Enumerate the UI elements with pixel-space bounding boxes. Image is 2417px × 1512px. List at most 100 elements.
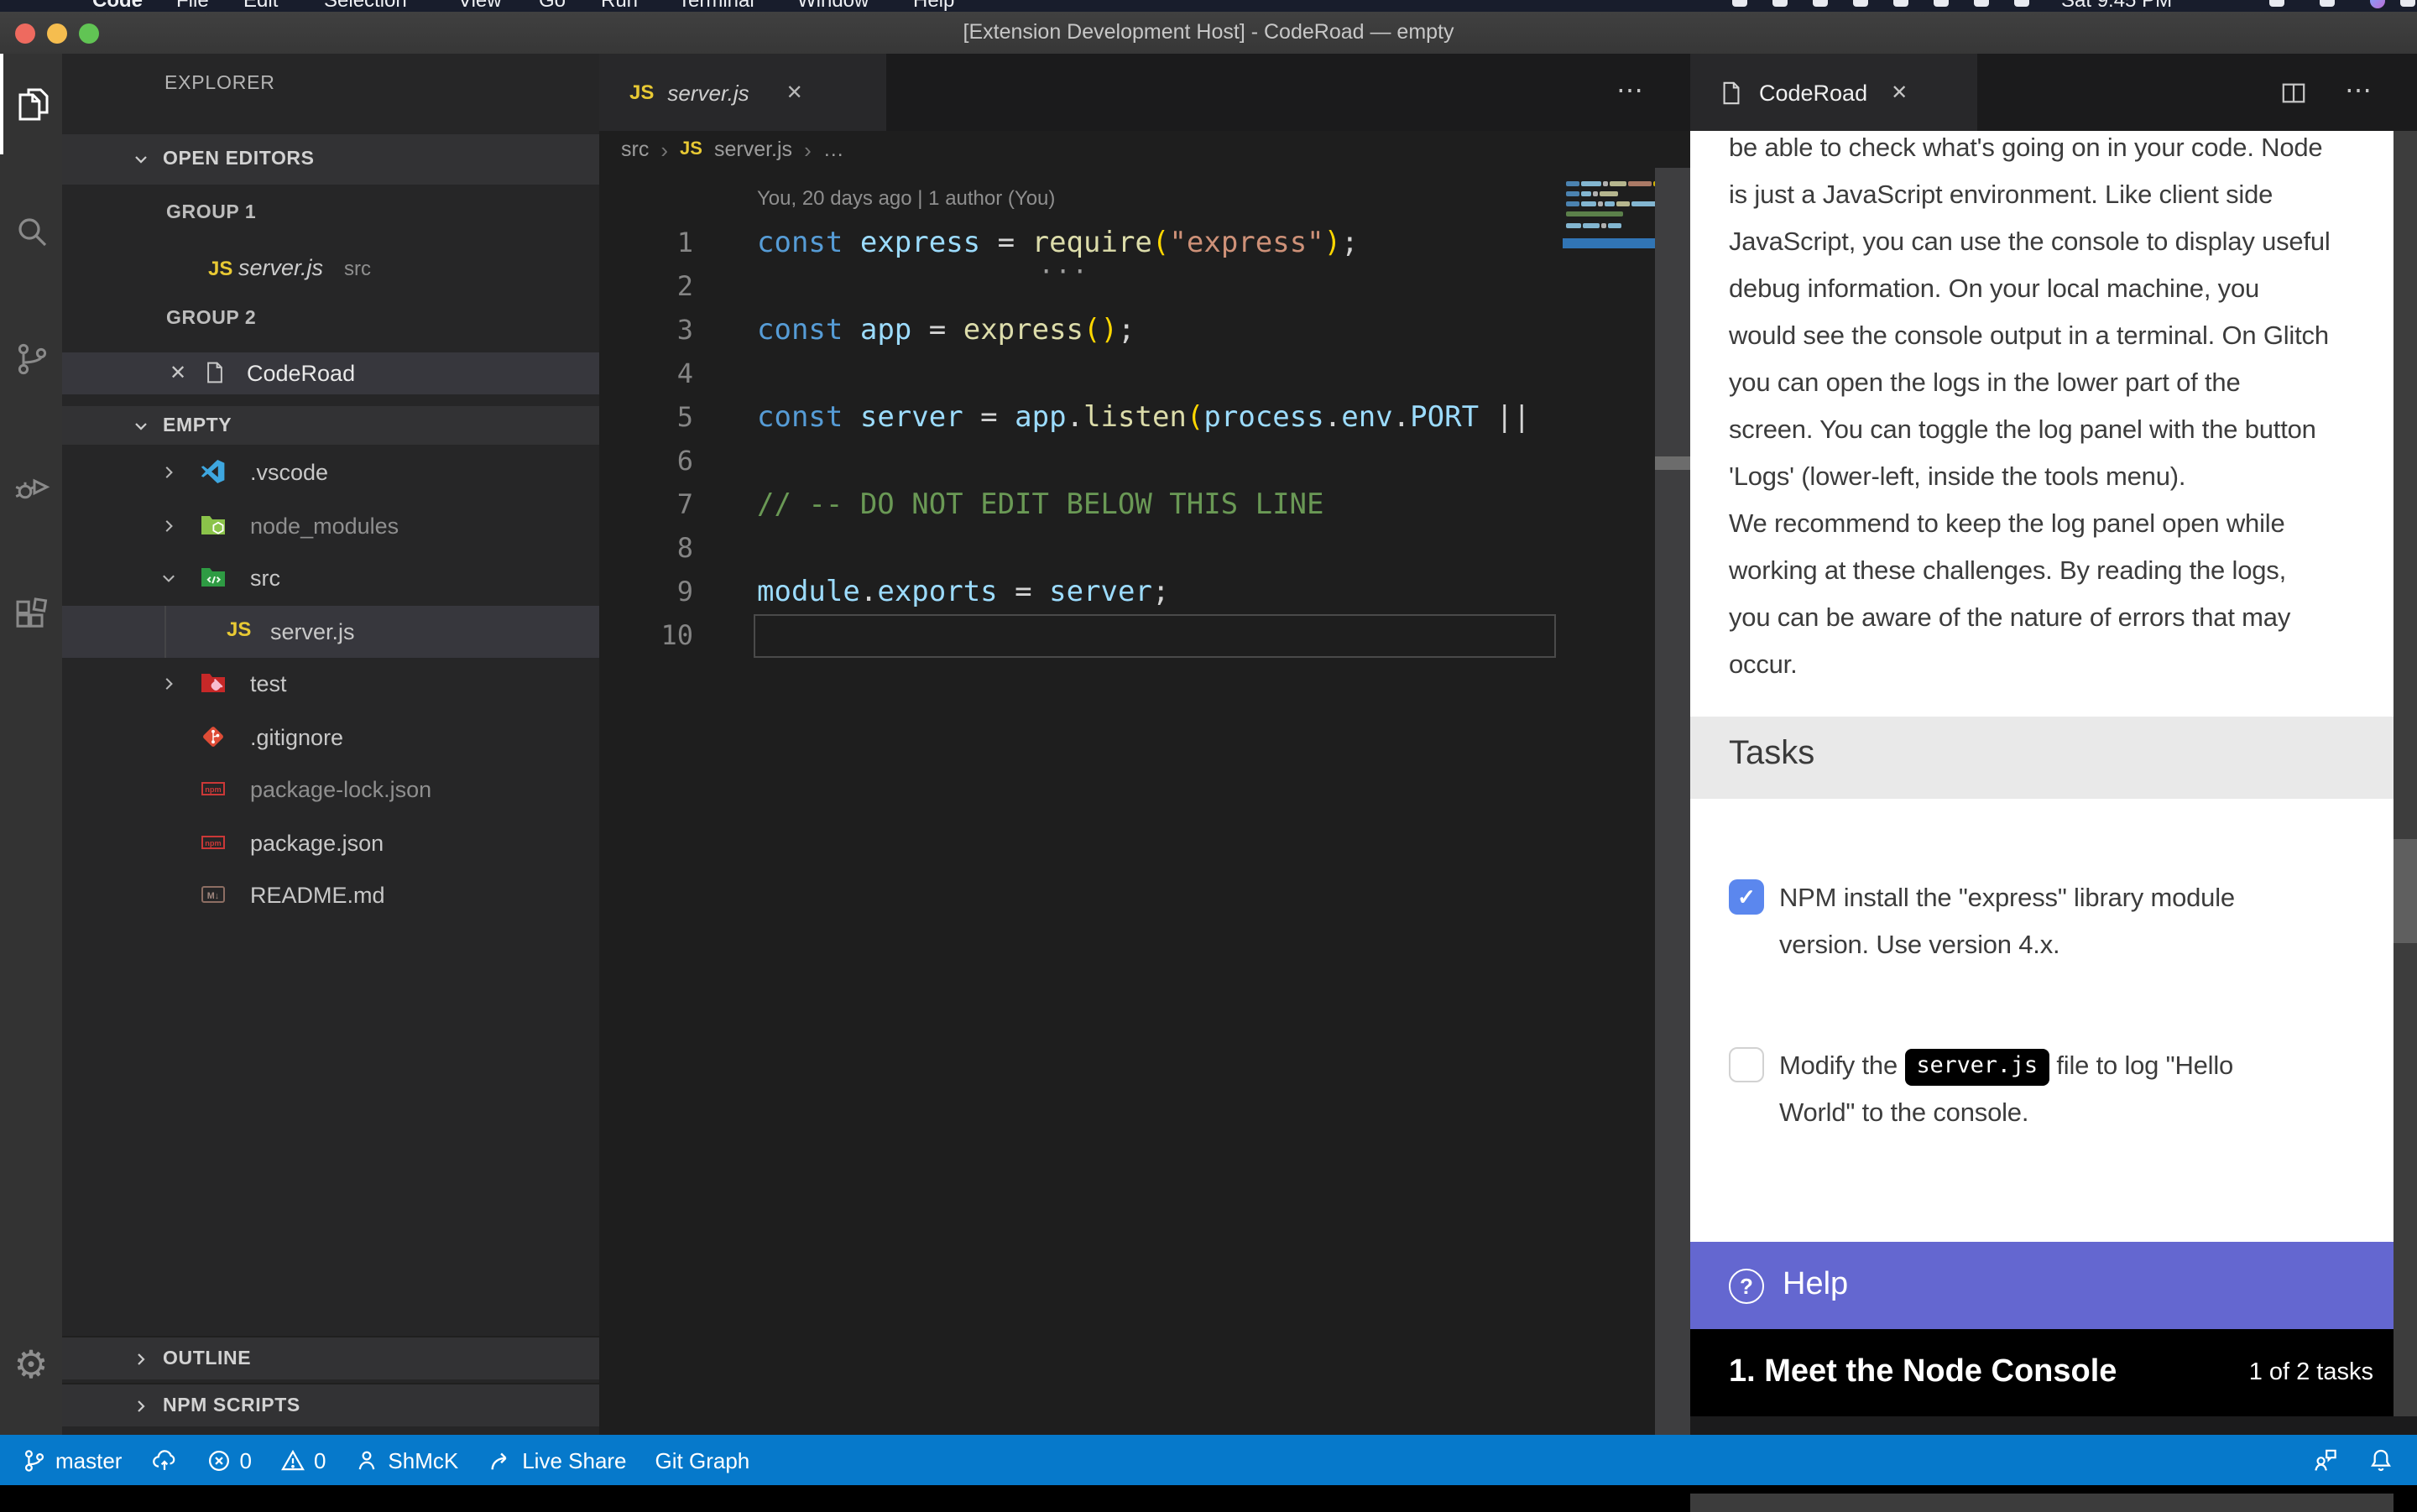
code-line-4[interactable]: 4 bbox=[599, 352, 1690, 396]
search-activity-icon[interactable] bbox=[0, 181, 62, 282]
menu-code[interactable]: Code bbox=[92, 0, 143, 12]
cloud-upload-icon bbox=[150, 1447, 177, 1473]
run-debug-activity-icon[interactable] bbox=[0, 436, 62, 537]
tree-item-test[interactable]: test bbox=[62, 658, 599, 711]
menu-help[interactable]: Help bbox=[913, 0, 954, 12]
npm-icon: npm bbox=[200, 775, 227, 802]
vscode-window: Code File Edit Selection View Go Run Terminal Wi… bbox=[0, 0, 2417, 1485]
settings-gear-icon[interactable]: ⚙ bbox=[0, 1314, 62, 1415]
minimap[interactable] bbox=[1563, 176, 1657, 1435]
siri-icon[interactable] bbox=[2370, 0, 2385, 8]
menu-status-icon[interactable] bbox=[1893, 0, 1908, 7]
menu-status-icon[interactable] bbox=[2320, 0, 2335, 7]
code-line-8[interactable]: 8 bbox=[599, 527, 1690, 571]
more-actions-icon[interactable]: ⋯ bbox=[2345, 54, 2372, 131]
open-editor-serverjs[interactable]: JS server.js src bbox=[62, 247, 599, 290]
status-item-bell[interactable] bbox=[2368, 1447, 2394, 1473]
menu-status-icon[interactable] bbox=[1813, 0, 1828, 7]
code-line-9[interactable]: 9module.exports = server; bbox=[599, 571, 1690, 614]
menu-status-icon[interactable] bbox=[2014, 0, 2029, 7]
title-bar[interactable]: [Extension Development Host] - CodeRoad … bbox=[0, 12, 2417, 54]
explorer-activity-icon[interactable] bbox=[0, 54, 65, 154]
js-file-icon: JS bbox=[227, 617, 251, 640]
open-editors-header[interactable]: OPEN EDITORS bbox=[62, 134, 599, 185]
tree-item--vscode[interactable]: .vscode bbox=[62, 446, 599, 499]
menu-file[interactable]: File bbox=[176, 0, 209, 12]
tree-item--gitignore[interactable]: .gitignore bbox=[62, 711, 599, 764]
code-line-2[interactable]: 2 bbox=[599, 265, 1690, 309]
source-control-activity-icon[interactable] bbox=[0, 309, 62, 409]
menu-selection[interactable]: Selection bbox=[324, 0, 407, 12]
tutorial-text-line: occur. bbox=[1729, 643, 2383, 690]
split-editor-icon[interactable] bbox=[2279, 80, 2308, 105]
js-file-icon: JS bbox=[208, 257, 232, 280]
menu-go[interactable]: Go bbox=[539, 0, 566, 12]
tutorial-text-line: working at these challenges. By reading … bbox=[1729, 549, 2383, 596]
breadcrumb-file[interactable]: server.js bbox=[714, 138, 792, 161]
code-line-5[interactable]: 5const server = app.listen(process.env.P… bbox=[599, 396, 1690, 440]
status-item-master[interactable]: master bbox=[22, 1447, 122, 1473]
extensions-activity-icon[interactable] bbox=[0, 564, 62, 665]
chevron-right-icon: › bbox=[804, 137, 812, 162]
menu-status-icon[interactable] bbox=[1772, 0, 1788, 7]
webview-scrollbar[interactable] bbox=[2394, 131, 2417, 1416]
close-tab-icon[interactable]: ✕ bbox=[786, 81, 803, 104]
vertical-scrollbar[interactable] bbox=[1655, 168, 1690, 1435]
menu-window[interactable]: Window bbox=[797, 0, 869, 12]
code-line-3[interactable]: 3const app = express(); bbox=[599, 309, 1690, 352]
outline-header[interactable]: OUTLINE bbox=[62, 1336, 599, 1379]
close-icon[interactable]: ✕ bbox=[170, 352, 186, 394]
tab-coderoad[interactable]: CodeRoad ✕ bbox=[1690, 54, 1977, 131]
codelens-annotation[interactable]: You, 20 days ago | 1 author (You) bbox=[757, 186, 1055, 210]
tree-item-readme-md[interactable]: M↓README.md bbox=[62, 869, 599, 922]
npm-scripts-header[interactable]: NPM SCRIPTS bbox=[62, 1383, 599, 1426]
more-actions-icon[interactable]: ⋯ bbox=[1616, 54, 1643, 131]
code-line-10[interactable]: 10 bbox=[599, 614, 1690, 658]
code-line-6[interactable]: 6 bbox=[599, 440, 1690, 483]
project-section-header[interactable]: EMPTY bbox=[62, 406, 599, 445]
code-line-1[interactable]: 1const express = require("express"); bbox=[599, 222, 1690, 265]
panel-tab-bar: CodeRoad ✕ ⋯ bbox=[1690, 54, 2417, 131]
close-tab-icon[interactable]: ✕ bbox=[1891, 81, 1908, 104]
code-line-7[interactable]: 7// -- DO NOT EDIT BELOW THIS LINE bbox=[599, 483, 1690, 527]
tree-item-node-modules[interactable]: node_modules bbox=[62, 499, 599, 552]
menu-edit[interactable]: Edit bbox=[243, 0, 278, 12]
macos-menu-bar[interactable]: Code File Edit Selection View Go Run Terminal Wi… bbox=[0, 0, 2417, 12]
menu-status-icon[interactable] bbox=[1974, 0, 1989, 7]
task-checkbox[interactable] bbox=[1729, 1047, 1764, 1082]
breadcrumb[interactable]: src › JS server.js › … bbox=[621, 131, 844, 168]
menu-status-icon[interactable] bbox=[1934, 0, 1949, 7]
task-checkbox[interactable]: ✓ bbox=[1729, 879, 1764, 915]
menu-status-icon[interactable] bbox=[1732, 0, 1747, 7]
help-button[interactable]: ? Help bbox=[1690, 1242, 2394, 1329]
status-item-cloud-upload[interactable] bbox=[150, 1447, 177, 1473]
menu-terminal[interactable]: Terminal bbox=[678, 0, 754, 12]
editor-group: JS server.js ✕ ⋯ src › JS server.js › … … bbox=[599, 54, 1690, 1435]
scrollbar-thumb[interactable] bbox=[1655, 456, 1690, 470]
code-lines[interactable]: 1const express = require("express");23co… bbox=[599, 222, 1690, 658]
menu-run[interactable]: Run bbox=[601, 0, 638, 12]
status-item-shmck[interactable]: ShMcK bbox=[354, 1447, 458, 1473]
tree-item-package-lock-json[interactable]: npmpackage-lock.json bbox=[62, 764, 599, 816]
menu-status-icon[interactable] bbox=[2269, 0, 2284, 7]
tree-item-server-js[interactable]: JSserver.js bbox=[62, 605, 599, 658]
js-file-icon: JS bbox=[629, 81, 654, 104]
tree-item-package-json[interactable]: npmpackage.json bbox=[62, 816, 599, 869]
status-item-feedback[interactable] bbox=[2311, 1447, 2340, 1473]
menu-status-icon[interactable] bbox=[2400, 0, 2415, 7]
menu-status-icon[interactable] bbox=[1853, 0, 1868, 7]
status-item-live-share[interactable]: Live Share bbox=[487, 1447, 626, 1473]
status-item-0[interactable]: 0 bbox=[280, 1447, 326, 1473]
code-editor[interactable]: You, 20 days ago | 1 author (You) 1const… bbox=[599, 168, 1690, 1435]
open-editor-coderoad[interactable]: ✕ CodeRoad bbox=[62, 352, 599, 394]
scrollbar-thumb[interactable] bbox=[2394, 839, 2417, 943]
tutorial-text-line: would see the console output in a termin… bbox=[1729, 314, 2383, 361]
editor-group-1-label: GROUP 1 bbox=[166, 191, 256, 235]
breadcrumb-symbol[interactable]: … bbox=[823, 138, 844, 161]
status-item-git-graph[interactable]: Git Graph bbox=[655, 1447, 750, 1473]
tab-serverjs[interactable]: JS server.js ✕ bbox=[599, 54, 886, 131]
menu-view[interactable]: View bbox=[458, 0, 502, 12]
tree-item-src[interactable]: src bbox=[62, 552, 599, 605]
status-item-0[interactable]: 0 bbox=[206, 1447, 251, 1473]
breadcrumb-src[interactable]: src bbox=[621, 138, 649, 161]
